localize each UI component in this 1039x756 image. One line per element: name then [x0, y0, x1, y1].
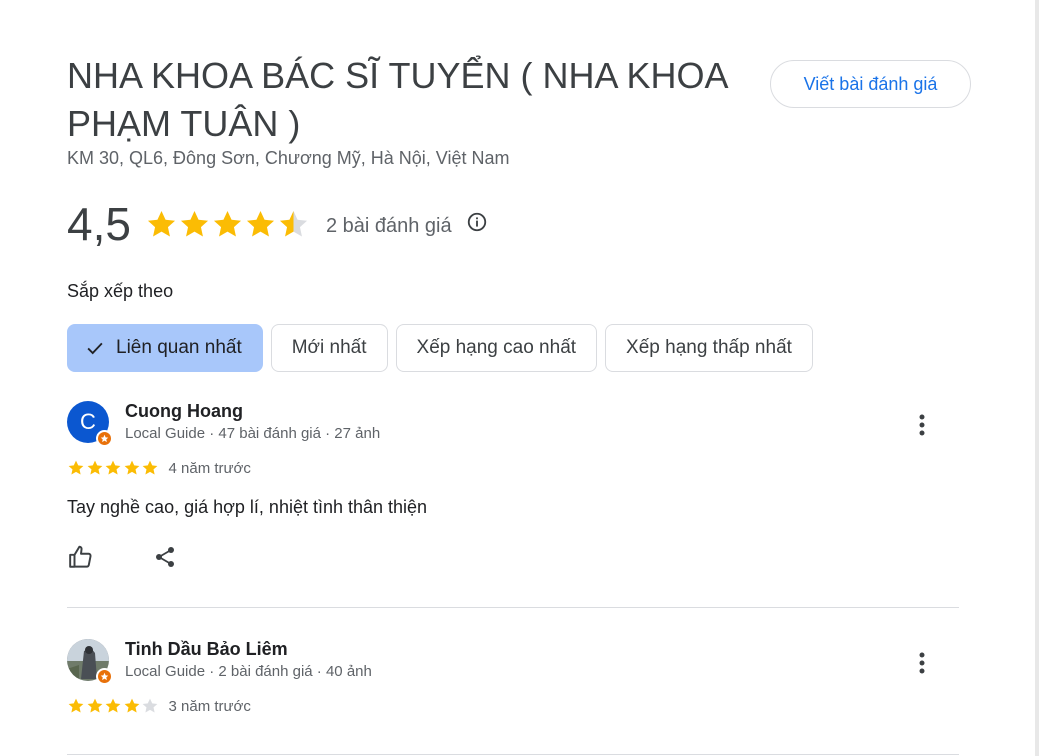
- star-icon: [87, 698, 102, 713]
- sort-chip-lowest[interactable]: Xếp hạng thấp nhất: [605, 324, 813, 372]
- rating-stars: [145, 208, 310, 241]
- sort-label: Sắp xếp theo: [67, 281, 174, 301]
- star-icon: [142, 698, 158, 713]
- star-icon: [87, 460, 102, 475]
- more-options-icon[interactable]: [910, 411, 934, 439]
- reviewer-name[interactable]: Cuong Hoang: [125, 401, 243, 422]
- avatar[interactable]: C: [67, 401, 113, 447]
- star-icon: [105, 698, 121, 713]
- sort-chip-label: Mới nhất: [291, 337, 367, 358]
- reviewer-meta: Local Guide · 2 bài đánh giá · 40 ảnh: [125, 663, 372, 680]
- info-icon[interactable]: [466, 211, 488, 233]
- review-text: Tay nghề cao, giá hợp lí, nhiệt tình thâ…: [67, 497, 428, 517]
- review-rating: 4 năm trước: [67, 459, 251, 477]
- star-icon: [68, 698, 84, 713]
- sort-chip-newest[interactable]: Mới nhất: [270, 324, 388, 372]
- sort-chip-highest[interactable]: Xếp hạng cao nhất: [395, 324, 598, 372]
- review-stars: [67, 697, 160, 715]
- star-icon: [279, 210, 307, 236]
- sort-chip-relevant[interactable]: Liên quan nhất: [67, 324, 263, 372]
- review-time: 3 năm trước: [168, 697, 251, 715]
- share-icon[interactable]: [151, 543, 179, 571]
- star-icon: [124, 698, 139, 713]
- review-time: 4 năm trước: [168, 459, 251, 477]
- reviewer-meta: Local Guide · 47 bài đánh giá · 27 ảnh: [125, 425, 381, 442]
- star-icon: [246, 210, 274, 236]
- reviewer-name[interactable]: Tinh Dầu Bảo Liêm: [125, 639, 288, 660]
- sort-chip-label: Liên quan nhất: [116, 337, 242, 358]
- more-options-icon[interactable]: [910, 649, 934, 677]
- review-stars: [67, 459, 160, 477]
- review-rating: 3 năm trước: [67, 697, 251, 715]
- star-icon: [147, 210, 175, 236]
- place-address: KM 30, QL6, Đông Sơn, Chương Mỹ, Hà Nội,…: [67, 148, 510, 168]
- star-icon: [124, 460, 139, 475]
- sort-chip-label: Xếp hạng thấp nhất: [626, 337, 792, 358]
- local-guide-badge-icon: [96, 430, 113, 447]
- review-divider: [67, 607, 959, 608]
- sort-chips: Liên quan nhất Mới nhất Xếp hạng cao nhấ…: [67, 324, 821, 372]
- avatar[interactable]: [67, 639, 113, 685]
- review-count: 2 bài đánh giá: [325, 214, 452, 237]
- star-icon: [180, 210, 208, 236]
- local-guide-badge-icon: [96, 668, 113, 685]
- scrollbar[interactable]: [1035, 0, 1039, 756]
- avatar-letter: C: [80, 409, 96, 434]
- sort-chip-label: Xếp hạng cao nhất: [416, 337, 577, 358]
- rating-value: 4,5: [67, 198, 131, 250]
- star-icon: [105, 460, 121, 475]
- rating-summary: 4,5 2 bài đánh giá: [67, 196, 488, 252]
- like-icon[interactable]: [67, 543, 95, 571]
- star-icon: [213, 210, 241, 236]
- write-review-button[interactable]: Viết bài đánh giá: [770, 60, 971, 108]
- check-icon: [87, 342, 103, 355]
- place-title: NHA KHOA BÁC SĨ TUYỂN ( NHA KHOA PHẠM TU…: [67, 55, 727, 144]
- star-icon: [142, 460, 158, 475]
- review-divider: [67, 754, 959, 755]
- star-icon: [68, 460, 84, 475]
